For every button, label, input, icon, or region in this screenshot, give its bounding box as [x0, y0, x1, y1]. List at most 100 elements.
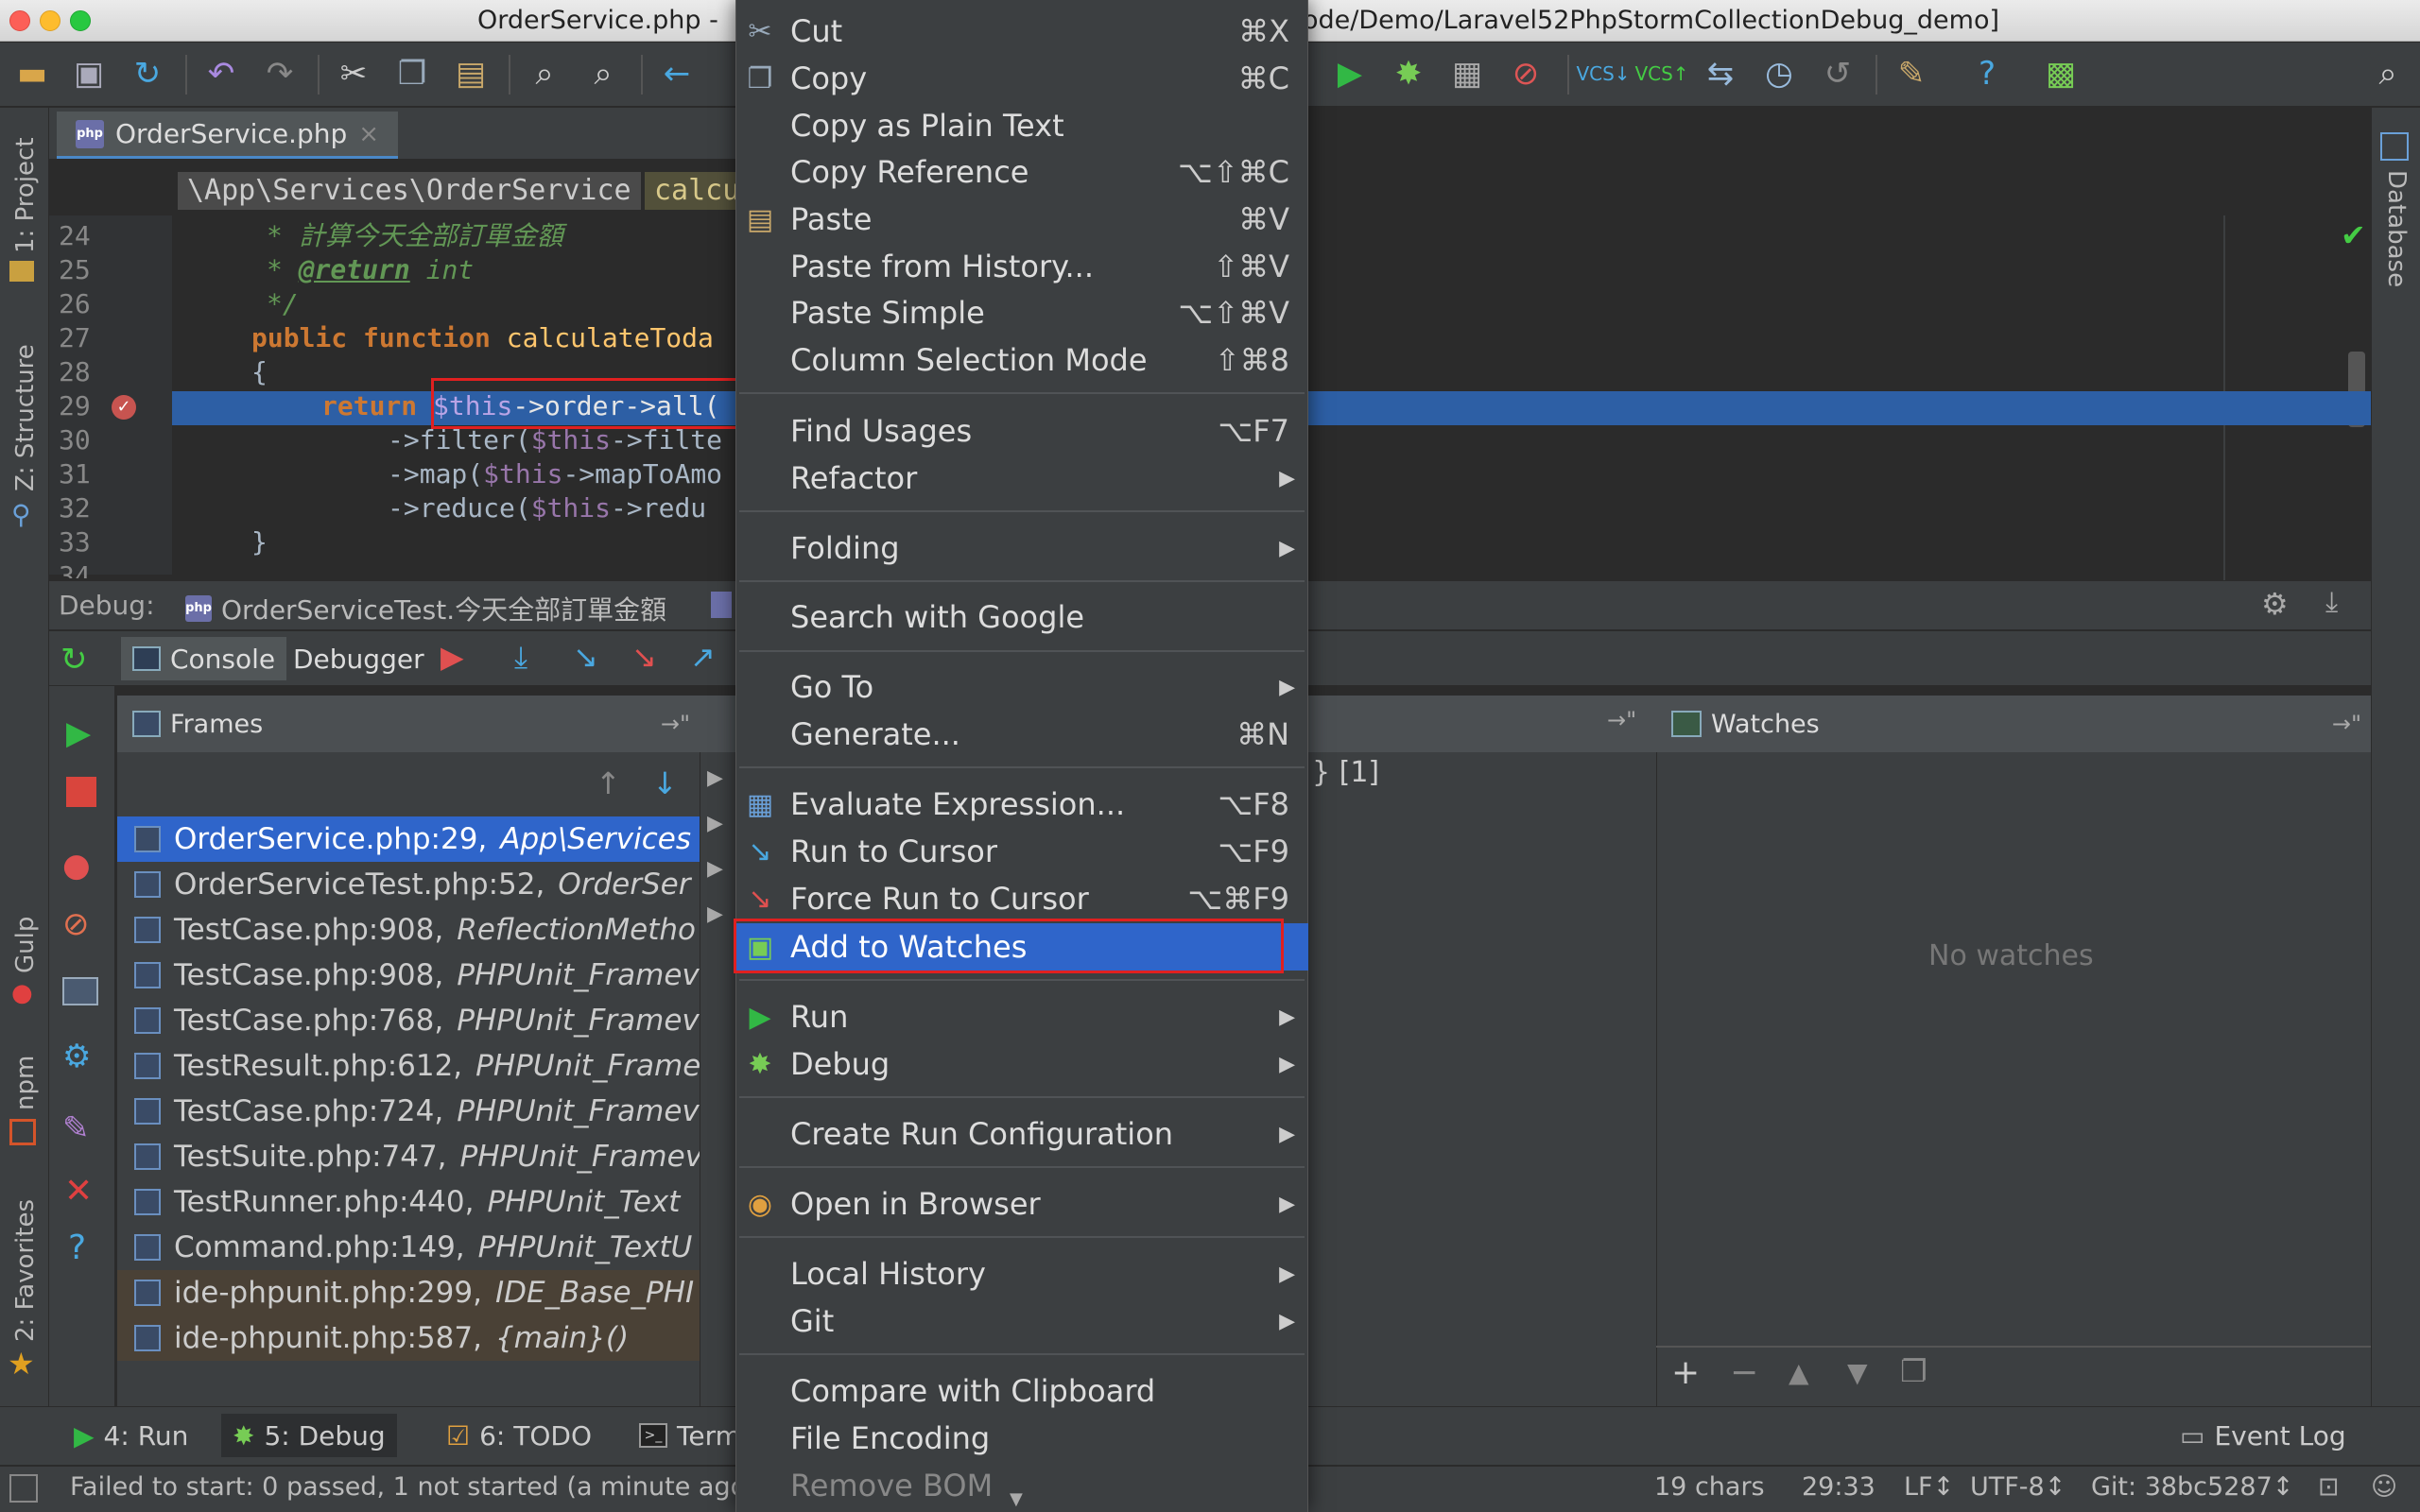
close-tab-icon[interactable]: ×	[358, 120, 379, 148]
menu-item-folding[interactable]: Folding ▶	[735, 524, 1308, 572]
run-icon[interactable]: ▶	[1331, 55, 1369, 93]
save-icon[interactable]: ▣	[70, 55, 108, 93]
toggle-tool-windows-icon[interactable]	[9, 1474, 38, 1503]
breadcrumb-class[interactable]: \App\Services\OrderService	[178, 172, 641, 210]
menu-item-compare-with-clipboard[interactable]: Compare with Clipboard	[735, 1367, 1308, 1415]
step-out-icon[interactable]: ↗	[690, 639, 716, 675]
settings-icon[interactable]: ✎	[1893, 55, 1930, 93]
vcs-compare-icon[interactable]: ⇆	[1702, 55, 1739, 93]
menu-item-copy-reference[interactable]: Copy Reference ⌥⇧⌘C	[735, 148, 1308, 196]
stop-icon[interactable]: ⊘	[1507, 55, 1545, 93]
gulp-tool-button[interactable]: Gulp	[11, 917, 40, 973]
menu-item-run-to-cursor[interactable]: ↘ Run to Cursor ⌥F9	[735, 828, 1308, 875]
tab-event-log[interactable]: ▭ Event Log	[2169, 1414, 2358, 1457]
menu-item-create-run-configuration[interactable]: Create Run Configuration ▶	[735, 1110, 1308, 1158]
undo-icon[interactable]: ↶	[202, 55, 240, 93]
menu-item-copy[interactable]: ❐ Copy ⌘C	[735, 55, 1308, 102]
menu-item-generate[interactable]: Generate... ⌘N	[735, 711, 1308, 758]
search-everywhere-icon[interactable]: ⌕	[2369, 55, 2407, 93]
database-tool-button[interactable]: Database	[2382, 170, 2411, 287]
redo-icon[interactable]: ↷	[261, 55, 299, 93]
step-into-icon[interactable]: ↘	[573, 639, 598, 675]
frame-row[interactable]: OrderServiceTest.php:52, OrderSer	[117, 862, 700, 907]
menu-item-paste-simple[interactable]: Paste Simple ⌥⇧⌘V	[735, 289, 1308, 336]
pin-icon[interactable]: ✎	[62, 1109, 90, 1147]
menu-scroll-down-icon[interactable]: ▼	[1010, 1489, 1023, 1509]
help-icon[interactable]: ?	[68, 1228, 86, 1267]
copy-icon[interactable]: ❐	[393, 55, 431, 93]
menu-item-find-usages[interactable]: Find Usages ⌥F7	[735, 407, 1308, 455]
menu-item-debug[interactable]: ✸ Debug ▶	[735, 1040, 1308, 1088]
npm-tool-button[interactable]: npm	[11, 1056, 40, 1110]
tab-debug[interactable]: ✸ 5: Debug	[221, 1414, 397, 1457]
find-icon[interactable]: ⌕	[526, 55, 563, 93]
frame-row[interactable]: ide-phpunit.php:299, IDE_Base_PHI	[117, 1270, 700, 1315]
sync-icon[interactable]: ↻	[129, 55, 166, 93]
maximize-window-button[interactable]	[70, 10, 91, 31]
menu-item-local-history[interactable]: Local History ▶	[735, 1250, 1308, 1297]
minimize-window-button[interactable]	[40, 10, 60, 31]
duplicate-watch-icon[interactable]: ❐	[1900, 1353, 1927, 1389]
gear-icon[interactable]: ⚙	[2261, 586, 2289, 622]
close-window-button[interactable]	[9, 10, 30, 31]
frame-row[interactable]: TestResult.php:612, PHPUnit_Frame	[117, 1043, 700, 1089]
favorites-tool-button[interactable]: 2: Favorites	[11, 1199, 40, 1342]
frame-row[interactable]: TestCase.php:724, PHPUnit_Framev	[117, 1089, 700, 1134]
close-icon[interactable]: ✕	[64, 1172, 93, 1211]
menu-item-force-run-to-cursor[interactable]: ↘ Force Run to Cursor ⌥⌘F9	[735, 875, 1308, 922]
vcs-history-icon[interactable]: ◷	[1760, 55, 1798, 93]
menu-item-refactor[interactable]: Refactor ▶	[735, 455, 1308, 502]
status-message[interactable]: Failed to start: 0 passed, 1 not started…	[70, 1472, 746, 1502]
move-down-icon[interactable]: ▼	[1847, 1357, 1868, 1388]
panel-restore-icon[interactable]: →"	[1607, 707, 1636, 733]
frame-up-icon[interactable]: ↑	[596, 765, 621, 801]
breakpoint-icon[interactable]: ✓	[112, 395, 136, 420]
breadcrumb-method[interactable]: calcu	[645, 172, 750, 210]
frame-row[interactable]: OrderService.php:29, App\Services	[117, 816, 700, 862]
status-encoding[interactable]: UTF-8↕	[1970, 1472, 2066, 1502]
vcs-update-icon[interactable]: VCS↓	[1576, 55, 1630, 93]
panel-restore-icon[interactable]: →"	[661, 711, 690, 737]
lock-icon[interactable]: ⊡	[2318, 1472, 2340, 1502]
frame-row[interactable]: Command.php:149, PHPUnit_TextU	[117, 1225, 700, 1270]
menu-item-column-selection-mode[interactable]: Column Selection Mode ⇧⌘8	[735, 336, 1308, 384]
add-watch-icon[interactable]: +	[1671, 1353, 1700, 1392]
cut-icon[interactable]: ✂	[335, 55, 372, 93]
settings-icon[interactable]: ⚙	[62, 1038, 91, 1075]
panel-restore-icon[interactable]: →"	[2332, 711, 2361, 737]
move-up-icon[interactable]: ▲	[1789, 1357, 1809, 1388]
menu-item-copy-plain-text[interactable]: Copy as Plain Text	[735, 102, 1308, 149]
structure-tool-button[interactable]: Z: Structure	[11, 344, 40, 491]
hide-panel-icon[interactable]: ⤓	[2325, 586, 2338, 619]
menu-item-paste[interactable]: ▤ Paste ⌘V	[735, 196, 1308, 243]
step-over-icon[interactable]: ⤓	[514, 639, 527, 676]
watches-list[interactable]	[1656, 752, 2371, 1406]
force-step-into-icon[interactable]: ↘	[631, 639, 657, 675]
project-tool-button[interactable]: 1: Project	[11, 137, 40, 253]
frame-down-icon[interactable]: ↓	[652, 765, 678, 801]
menu-item-paste-from-history[interactable]: Paste from History... ⇧⌘V	[735, 243, 1308, 290]
menu-item-search-with-google[interactable]: Search with Google	[735, 593, 1308, 641]
editor-tab-orderservice[interactable]: php OrderService.php ×	[57, 112, 399, 159]
tab-console[interactable]: Console	[121, 637, 287, 680]
frame-row[interactable]: TestCase.php:908, PHPUnit_Framev	[117, 953, 700, 998]
help-icon[interactable]: ?	[1968, 55, 2006, 93]
menu-item-run[interactable]: ▶ Run ▶	[735, 993, 1308, 1040]
mute-breakpoints-icon[interactable]: ⊘	[62, 905, 90, 943]
status-git-branch[interactable]: Git: 38bc5287↕	[2091, 1472, 2293, 1502]
tab-todo[interactable]: ☑ 6: TODO	[435, 1414, 603, 1457]
rerun-icon[interactable]: ↻	[60, 641, 88, 679]
menu-item-git[interactable]: Git ▶	[735, 1297, 1308, 1345]
show-execution-point-icon[interactable]: ▶	[441, 639, 464, 675]
vcs-commit-icon[interactable]: VCS↑	[1634, 55, 1688, 93]
menu-item-file-encoding[interactable]: File Encoding	[735, 1415, 1308, 1462]
open-folder-icon[interactable]: ▬	[13, 55, 51, 93]
tab-debugger[interactable]: Debugger	[282, 637, 436, 680]
frame-row[interactable]: TestRunner.php:440, PHPUnit_Text	[117, 1179, 700, 1225]
debug-icon[interactable]: ✸	[1390, 55, 1427, 93]
status-caret-position[interactable]: 29:33	[1802, 1472, 1876, 1502]
menu-item-open-in-browser[interactable]: ◉ Open in Browser ▶	[735, 1180, 1308, 1228]
frame-row[interactable]: ide-phpunit.php:587, {main}()	[117, 1315, 700, 1361]
layout-icon[interactable]	[62, 977, 98, 1005]
menu-item-go-to[interactable]: Go To ▶	[735, 663, 1308, 711]
